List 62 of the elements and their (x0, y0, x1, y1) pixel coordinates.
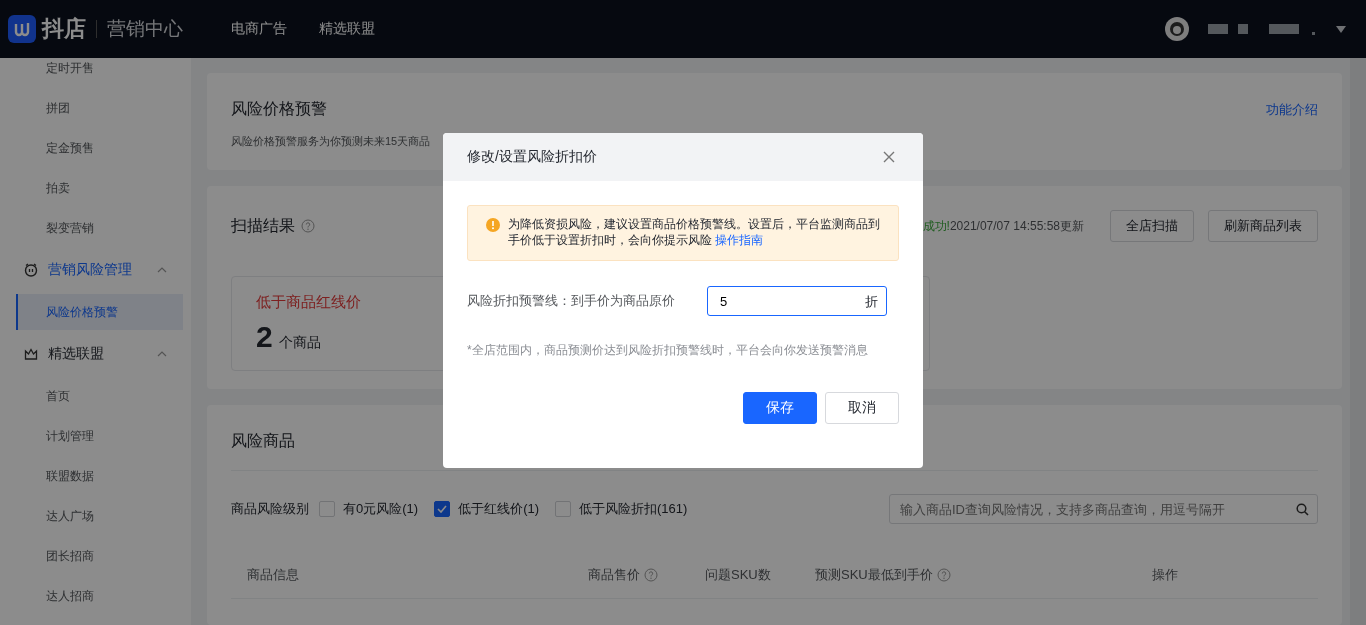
sidebar-item[interactable]: 达人广场 (16, 496, 183, 536)
action-button[interactable]: 刷新商品列表 (1208, 210, 1318, 242)
input-suffix: 折 (865, 293, 878, 311)
note-text: *全店范围内，商品预测价达到风险折扣预警线时，平台会向你发送预警消息 (467, 342, 869, 359)
sidebar-item[interactable]: 拼团 (16, 88, 183, 128)
avatar-icon[interactable] (1164, 16, 1190, 42)
card-title: 扫描结果 (231, 215, 295, 236)
stat-label: 低于商品红线价 (256, 293, 361, 312)
action-button[interactable]: 全店扫描 (1110, 210, 1194, 242)
card-title: 风险价格预警 (231, 99, 327, 119)
chevron-icon[interactable] (157, 351, 167, 357)
help-icon[interactable] (644, 568, 658, 582)
checkbox-label[interactable]: 低于红线价(1) (458, 500, 539, 518)
sidebar-item[interactable]: 首页 (16, 376, 183, 416)
help-icon[interactable] (936, 568, 951, 582)
checkbox-label[interactable]: 有0元风险(1) (343, 500, 419, 518)
description-text: 风险价格预警服务为你预测未来15天商品 (231, 134, 432, 149)
sidebar-item[interactable]: 团长招商 (16, 536, 183, 576)
app-subtitle: 营销中心 (107, 17, 183, 41)
logo-text[interactable]: 抖店 (42, 14, 86, 44)
sidebar-item[interactable]: 定时开售 (16, 58, 183, 88)
column-header: 商品信息 (247, 566, 299, 584)
sidebar-item[interactable]: 计划管理 (16, 416, 183, 456)
sidebar-item[interactable]: 裂变营销 (16, 208, 183, 248)
cancel-button[interactable]: 取消 (825, 392, 899, 424)
sidebar-item[interactable]: 拍卖 (16, 168, 183, 208)
warning-icon (486, 218, 500, 232)
checkmark-icon (437, 505, 448, 513)
caret-icon[interactable] (1336, 25, 1346, 33)
checkbox[interactable] (434, 501, 451, 517)
nav-link[interactable]: 精选联盟 (319, 20, 375, 38)
sidebar-item[interactable]: 达人招商 (16, 576, 183, 616)
crown-icon (24, 347, 38, 361)
column-header: 预测SKU最低到手价 (815, 566, 933, 584)
field-label: 风险折扣预警线：到手价为商品原价 (467, 292, 676, 310)
search-field[interactable]: 输入商品ID查询风险情况，支持多商品查询，用逗号隔开 (889, 494, 1318, 524)
help-icon[interactable] (301, 219, 315, 233)
alert-text: 为降低资损风险，建议设置商品价格预警线。设置后，平台监测商品到手价低于设置折扣时，会向你提示风险 操作指南 (508, 216, 881, 248)
stat-unit: 个商品 (278, 334, 321, 352)
checkbox-label[interactable]: 低于风险折扣(161) (579, 500, 688, 518)
feature-intro-link[interactable]: 功能介绍 (1266, 100, 1318, 119)
sidebar-item[interactable]: 风险价格预警 (16, 294, 183, 330)
column-header: 商品售价 (588, 566, 640, 584)
status-text: 成功! (922, 217, 950, 235)
filter-label: 商品风险级别 (231, 500, 309, 518)
sidebar-item[interactable]: 定金预售 (16, 128, 183, 168)
dialog-title: 修改/设置风险折扣价 (467, 148, 597, 166)
stat-count: 2 (256, 320, 273, 354)
close-icon[interactable] (883, 151, 895, 163)
column-header: 操作 (1152, 566, 1178, 584)
sidebar-group[interactable]: 精选联盟 (16, 332, 167, 376)
search-icon[interactable] (1296, 503, 1309, 516)
alarm-clock-icon (24, 263, 38, 277)
guide-link[interactable]: 操作指南 (715, 233, 764, 247)
logo-icon (8, 15, 36, 43)
sidebar-item[interactable]: 联盟数据 (16, 456, 183, 496)
scrollbar[interactable] (1350, 58, 1366, 625)
chevron-icon[interactable] (157, 267, 167, 273)
save-button[interactable]: 保存 (743, 392, 817, 424)
sidebar-group[interactable]: 营销风险管理 (16, 248, 167, 292)
nav-link[interactable]: 电商广告 (231, 20, 287, 38)
column-header: 问题SKU数 (705, 566, 771, 584)
